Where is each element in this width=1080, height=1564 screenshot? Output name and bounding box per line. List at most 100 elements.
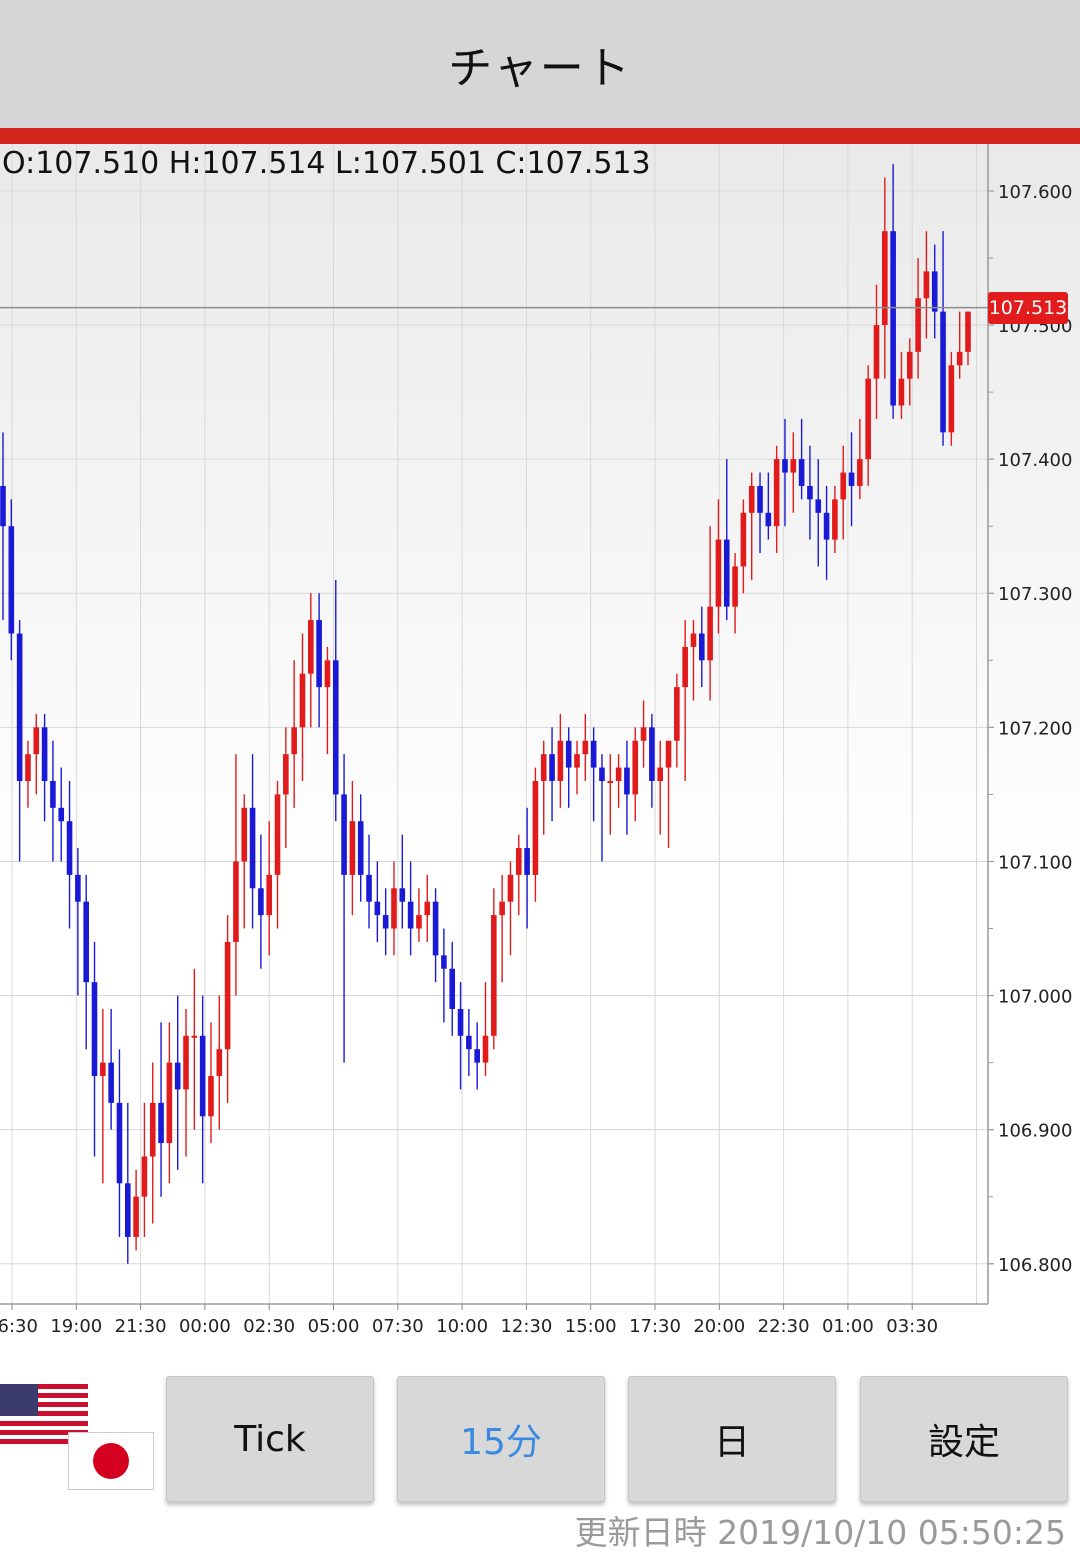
candle	[141, 1102, 148, 1237]
candle	[707, 526, 713, 701]
candle-body	[266, 874, 273, 916]
candle-body	[965, 311, 971, 352]
candle-body	[823, 512, 830, 540]
candle-body	[16, 633, 23, 781]
candle-body	[632, 740, 639, 795]
candle	[482, 982, 489, 1077]
candle-body	[258, 888, 264, 916]
candle	[0, 432, 6, 621]
candle-body	[723, 539, 730, 607]
candle	[956, 311, 963, 379]
candle	[948, 351, 955, 446]
candle	[748, 472, 755, 580]
x-tick-label: 01:00	[822, 1316, 874, 1337]
update-label: 更新日時	[574, 1513, 707, 1552]
candle	[690, 620, 697, 701]
candle-body	[815, 499, 822, 513]
candle	[740, 499, 747, 594]
candle	[174, 995, 181, 1170]
x-tick-label: 15:00	[565, 1316, 617, 1337]
candle-body	[707, 606, 713, 661]
candle-body	[599, 767, 605, 781]
candle	[316, 593, 322, 728]
candle-body	[624, 767, 630, 795]
candle	[374, 861, 381, 942]
candle	[66, 780, 73, 929]
ohlc-readout: O:107.510 H:107.514 L:107.501 C:107.513	[2, 146, 651, 181]
candle-body	[807, 485, 813, 500]
candle	[915, 257, 921, 379]
app-header: チャート	[0, 0, 1080, 128]
daily-button[interactable]: 日	[628, 1376, 836, 1502]
tick-button[interactable]: Tick	[166, 1376, 374, 1502]
candle-body	[382, 915, 389, 929]
candle-body	[923, 271, 930, 299]
candle-body	[108, 1062, 114, 1103]
candle-body	[308, 620, 314, 674]
candle	[624, 740, 630, 835]
x-tick-label: 10:00	[436, 1316, 488, 1337]
candle	[399, 834, 406, 929]
candle	[815, 459, 822, 567]
candle-body	[274, 794, 281, 875]
candle	[790, 432, 797, 513]
candle	[732, 553, 738, 634]
candle-body	[698, 633, 705, 661]
last-price-tag: 107.513	[988, 291, 1068, 324]
x-tick-label: 02:30	[243, 1316, 295, 1337]
candle	[832, 485, 838, 554]
candle-body	[540, 754, 547, 781]
candle	[657, 740, 663, 835]
candle	[41, 713, 48, 822]
candle	[166, 1022, 173, 1184]
candle	[424, 874, 431, 942]
candle	[83, 874, 89, 1050]
candle-body	[607, 780, 614, 783]
candle-body	[940, 311, 946, 433]
candle-body	[649, 727, 655, 781]
candle-body	[956, 351, 963, 366]
candlestick-chart[interactable]: 107.600107.500107.400107.300107.200107.1…	[0, 144, 1080, 1360]
candle-body	[174, 1062, 181, 1090]
candle	[840, 445, 847, 540]
candle-body	[491, 915, 497, 1036]
candle	[100, 1008, 106, 1184]
candle	[233, 754, 239, 996]
15min-button[interactable]: 15分	[397, 1376, 605, 1502]
candle-body	[316, 620, 322, 688]
candle-body	[790, 459, 797, 473]
candle-body	[191, 1035, 198, 1038]
candle-body	[0, 485, 6, 527]
candle	[149, 1062, 156, 1224]
candle-body	[216, 1049, 223, 1077]
x-tick-label: 05:00	[308, 1316, 360, 1337]
candle-body	[449, 968, 456, 1009]
japan-flag-icon[interactable]	[68, 1432, 154, 1490]
x-tick-label: 22:30	[758, 1316, 810, 1337]
chart-area[interactable]: 107.600 107.500 107.400 107.300 107.200 107.1…	[0, 144, 1080, 1360]
settings-button[interactable]: 設定	[860, 1376, 1068, 1502]
x-tick-label: 12:30	[500, 1316, 552, 1337]
candle-body	[832, 499, 838, 540]
candle-body	[66, 821, 73, 875]
candle-body	[407, 901, 414, 929]
candle	[124, 1102, 131, 1264]
candle	[615, 754, 622, 808]
candle	[890, 164, 896, 419]
candle	[391, 861, 397, 956]
candle	[532, 767, 539, 902]
candle-body	[848, 472, 855, 486]
candle	[565, 727, 572, 808]
candle	[283, 727, 289, 849]
candle	[291, 660, 297, 808]
candle	[632, 727, 639, 822]
candle-body	[906, 351, 913, 379]
candle	[491, 888, 497, 1050]
candle-body	[432, 901, 439, 956]
candle	[848, 432, 855, 527]
candle-body	[782, 459, 788, 473]
candle-body	[482, 1035, 489, 1063]
candle	[8, 499, 15, 661]
candle	[765, 472, 772, 540]
candle-body	[873, 325, 880, 379]
